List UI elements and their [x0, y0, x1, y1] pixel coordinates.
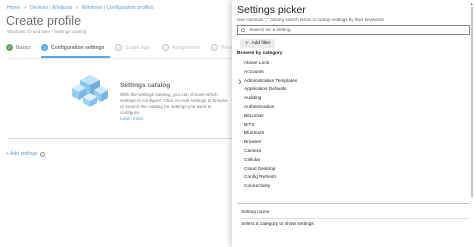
category-label: Authentication — [244, 104, 275, 110]
search-input[interactable] — [249, 26, 449, 34]
divider — [241, 218, 469, 219]
category-label: BITS — [244, 122, 255, 128]
plus-icon: + — [245, 40, 249, 47]
category-label: Config Refresh — [244, 175, 276, 181]
category-label: Browser — [244, 140, 262, 146]
add-filter-button[interactable]: + Add filter — [240, 39, 276, 48]
category-label: Connectivity — [244, 184, 271, 190]
category-item[interactable]: BITS — [244, 122, 464, 131]
category-scrollbar[interactable] — [471, 7, 473, 197]
category-item[interactable]: Above Lock — [244, 60, 464, 69]
empty-settings-message: Select a category to show settings — [241, 222, 314, 227]
search-hint: Use commas "," among search terms to loo… — [237, 17, 384, 22]
category-label: Cloud Desktop — [244, 166, 276, 172]
category-item[interactable]: Config Refresh — [244, 174, 464, 183]
category-item[interactable]: Bluetooth — [244, 130, 464, 139]
setting-name-column-header[interactable]: Setting name — [241, 210, 269, 215]
category-item[interactable]: Application Defaults — [244, 86, 464, 95]
category-label: Above Lock — [244, 61, 270, 66]
category-label: Accounts — [244, 69, 264, 75]
scroll-up-arrow-icon[interactable]: ▲ — [470, 2, 473, 6]
category-list: Above Lock Accounts ❯ Administrative Temp… — [238, 60, 464, 192]
browse-by-category-label: Browse by category — [237, 51, 283, 56]
category-item[interactable]: Authentication — [244, 104, 464, 113]
category-item[interactable]: BitLocker — [244, 113, 464, 122]
category-item[interactable]: Camera — [244, 148, 464, 157]
category-label: Application Defaults — [244, 87, 287, 93]
category-label: BitLocker — [244, 113, 264, 119]
category-item[interactable]: Connectivity — [244, 183, 464, 192]
search-icon — [241, 27, 246, 33]
category-item[interactable]: Accounts — [244, 69, 464, 78]
category-item[interactable]: Cellular — [244, 157, 464, 166]
modal-backdrop[interactable] — [0, 0, 232, 247]
chevron-right-icon[interactable]: ❯ — [238, 78, 242, 87]
panel-title: Settings picker — [237, 4, 306, 16]
category-item[interactable]: Cloud Desktop — [244, 166, 464, 175]
category-item[interactable]: ❯ Administrative Templates — [238, 78, 464, 87]
category-label: Cellular — [244, 157, 261, 163]
category-item[interactable]: Auditing — [244, 95, 464, 104]
category-label: Administrative Templates — [244, 78, 298, 84]
category-item[interactable]: Browser — [244, 139, 464, 148]
divider — [237, 203, 469, 204]
add-filter-label: Add filter — [251, 41, 271, 46]
category-label: Bluetooth — [244, 131, 265, 137]
category-label: Camera — [244, 148, 262, 154]
search-box[interactable] — [237, 25, 470, 35]
category-label: Auditing — [244, 96, 262, 102]
